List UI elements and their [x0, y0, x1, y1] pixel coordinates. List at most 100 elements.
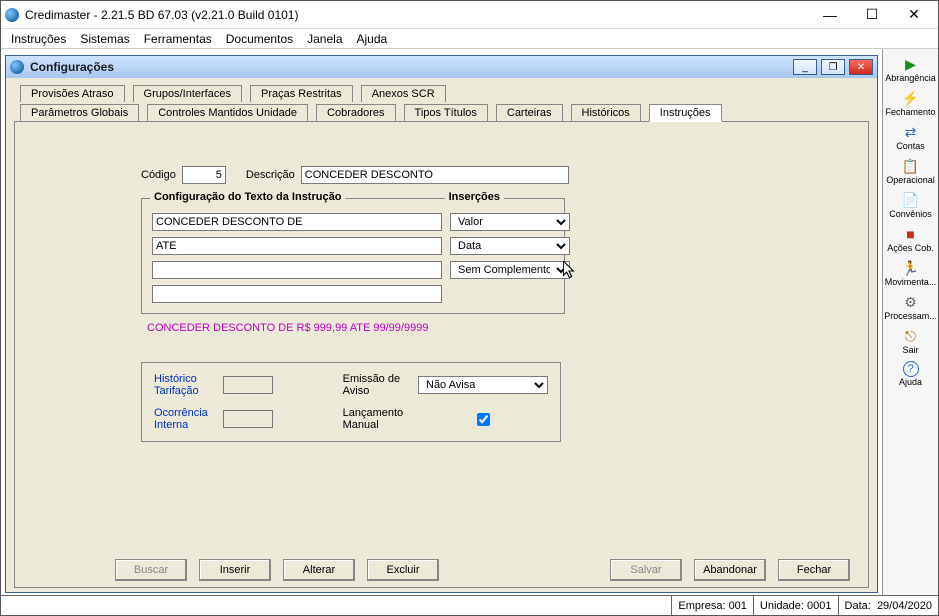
side-ajuda[interactable]: ?Ajuda [887, 359, 935, 389]
excluir-button[interactable]: Excluir [367, 559, 439, 581]
tab-pracas-restritas[interactable]: Praças Restritas [250, 85, 353, 102]
hist-tarif-input[interactable] [223, 376, 273, 394]
hist-tarif-link[interactable]: Histórico Tarifação [154, 373, 213, 397]
run-icon: 🏃 [902, 259, 920, 277]
mdi-area: Configurações _ ❐ ✕ Provisões Atraso Gru… [1, 49, 882, 595]
menu-ferramentas[interactable]: Ferramentas [144, 32, 212, 46]
line4-text-input[interactable] [152, 285, 442, 303]
abandonar-button[interactable]: Abandonar [694, 559, 766, 581]
work-area-split: Configurações _ ❐ ✕ Provisões Atraso Gru… [1, 49, 938, 595]
tab-parametros-globais[interactable]: Parâmetros Globais [20, 104, 139, 122]
config-title: Configurações [30, 60, 793, 74]
line3-text-input[interactable] [152, 261, 442, 279]
side-convenios[interactable]: 📄Convênios [887, 189, 935, 221]
status-unidade: Unidade: 0001 [754, 596, 839, 615]
side-movimenta[interactable]: 🏃Movimenta... [887, 257, 935, 289]
fechar-button[interactable]: Fechar [778, 559, 850, 581]
bolt-icon: ⚡ [902, 89, 920, 107]
stop-icon: ■ [902, 225, 920, 243]
app-window: Credimaster - 2.21.5 BD 67.03 (v2.21.0 B… [0, 0, 939, 616]
line2-text-input[interactable] [152, 237, 442, 255]
line3-insert-select[interactable]: Sem Complemento [450, 261, 570, 279]
help-icon: ? [903, 361, 919, 377]
group-config-texto: Configuração do Texto da Instrução Inser… [141, 198, 565, 314]
side-acoes-cob[interactable]: ■Ações Cob. [887, 223, 935, 255]
emissao-aviso-select[interactable]: Não Avisa [418, 376, 548, 394]
side-abrangencia[interactable]: ▶Abrangência [887, 53, 935, 85]
document-icon: 📄 [902, 191, 920, 209]
statusbar: Empresa: 001 Unidade: 0001 Data: 29/04/2… [1, 595, 938, 615]
insercoes-legend: Inserções [445, 191, 504, 203]
exit-icon: ⎋ [902, 327, 920, 345]
config-minimize-button[interactable]: _ [793, 59, 817, 75]
window-controls: — ☐ ✕ [816, 5, 934, 25]
preview-text: CONCEDER DESCONTO DE R$ 999,99 ATE 99/99… [147, 322, 852, 334]
lanc-manual-label: Lançamento Manual [343, 407, 408, 431]
tab-anexos-scr[interactable]: Anexos SCR [361, 85, 446, 102]
config-body: Provisões Atraso Grupos/Interfaces Praça… [6, 78, 877, 592]
codigo-input[interactable] [182, 166, 226, 184]
tab-cobradores[interactable]: Cobradores [316, 104, 395, 122]
config-titlebar: Configurações _ ❐ ✕ [6, 56, 877, 78]
config-maximize-button[interactable]: ❐ [821, 59, 845, 75]
config-close-button[interactable]: ✕ [849, 59, 873, 75]
menu-instrucoes[interactable]: Instruções [11, 32, 66, 46]
tab-tipos-titulos[interactable]: Tipos Títulos [404, 104, 488, 122]
menu-sistemas[interactable]: Sistemas [80, 32, 129, 46]
minimize-button[interactable]: — [816, 5, 844, 25]
side-fechamento[interactable]: ⚡Fechamento [887, 87, 935, 119]
ocorr-interna-input[interactable] [223, 410, 273, 428]
descricao-label: Descrição [246, 169, 295, 181]
tab-historicos[interactable]: Históricos [571, 104, 641, 122]
line1-insert-select[interactable]: Valor [450, 213, 570, 231]
tabpanel-instrucoes: Código Descrição Configuração do Texto d… [14, 121, 869, 588]
tabs-row-2: Parâmetros Globais Controles Mantidos Un… [20, 103, 869, 121]
group-legend: Configuração do Texto da Instrução [150, 191, 345, 203]
lanc-manual-checkbox[interactable] [422, 413, 545, 426]
side-sair[interactable]: ⎋Sair [887, 325, 935, 357]
inserir-button[interactable]: Inserir [199, 559, 271, 581]
side-operacional[interactable]: 📋Operacional [887, 155, 935, 187]
side-toolbar: ▶Abrangência ⚡Fechamento ⇄Contas 📋Operac… [882, 49, 938, 595]
tab-carteiras[interactable]: Carteiras [496, 104, 563, 122]
config-window-controls: _ ❐ ✕ [793, 59, 873, 75]
config-window: Configurações _ ❐ ✕ Provisões Atraso Gru… [5, 55, 878, 593]
transfer-icon: ⇄ [902, 123, 920, 141]
line1-text-input[interactable] [152, 213, 442, 231]
menu-janela[interactable]: Janela [307, 32, 342, 46]
salvar-button[interactable]: Salvar [610, 559, 682, 581]
side-contas[interactable]: ⇄Contas [887, 121, 935, 153]
titlebar: Credimaster - 2.21.5 BD 67.03 (v2.21.0 B… [1, 1, 938, 29]
status-empresa: Empresa: 001 [672, 596, 754, 615]
row-codigo-descricao: Código Descrição [141, 166, 852, 184]
emissao-aviso-label: Emissão de Aviso [343, 373, 408, 397]
menu-ajuda[interactable]: Ajuda [357, 32, 388, 46]
alterar-button[interactable]: Alterar [283, 559, 355, 581]
maximize-button[interactable]: ☐ [858, 5, 886, 25]
gear-icon: ⚙ [902, 293, 920, 311]
status-empty [1, 596, 672, 615]
tab-controles-mantidos[interactable]: Controles Mantidos Unidade [147, 104, 308, 122]
tab-provisoes-atraso[interactable]: Provisões Atraso [20, 85, 125, 102]
menu-documentos[interactable]: Documentos [226, 32, 293, 46]
tab-grupos-interfaces[interactable]: Grupos/Interfaces [133, 85, 242, 102]
tabs-row-1: Provisões Atraso Grupos/Interfaces Praça… [20, 84, 869, 101]
tab-instrucoes[interactable]: Instruções [649, 104, 722, 122]
clipboard-icon: 📋 [902, 157, 920, 175]
side-processam[interactable]: ⚙Processam... [887, 291, 935, 323]
app-title: Credimaster - 2.21.5 BD 67.03 (v2.21.0 B… [25, 8, 816, 22]
status-data: Data: 29/04/2020 [839, 596, 938, 615]
codigo-label: Código [141, 169, 176, 181]
buscar-button[interactable]: Buscar [115, 559, 187, 581]
play-icon: ▶ [902, 55, 920, 73]
menubar: Instruções Sistemas Ferramentas Document… [1, 29, 938, 49]
close-button[interactable]: ✕ [900, 5, 928, 25]
ocorr-interna-link[interactable]: Ocorrência Interna [154, 407, 213, 431]
line2-insert-select[interactable]: Data [450, 237, 570, 255]
button-row: Buscar Inserir Alterar Excluir Salvar Ab… [15, 559, 868, 581]
group-extras: Histórico Tarifação Emissão de Aviso Não… [141, 362, 561, 442]
app-icon [5, 8, 19, 22]
descricao-input[interactable] [301, 166, 569, 184]
config-icon [10, 60, 24, 74]
texto-insercoes-grid: Valor Data Sem Complemento [152, 213, 554, 303]
